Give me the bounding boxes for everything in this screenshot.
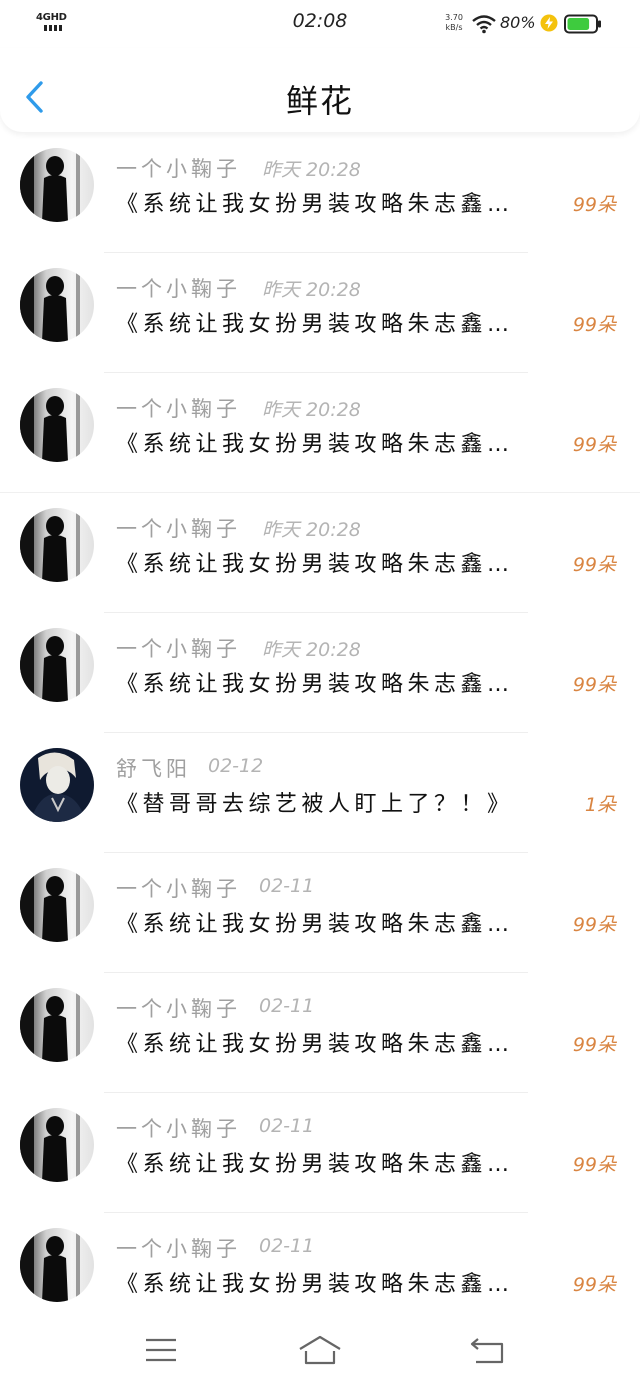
menu-button[interactable] [139, 1330, 183, 1370]
silhouette-avatar-image [20, 868, 94, 942]
silhouette-avatar-image [20, 508, 94, 582]
timestamp: 昨天 20:28 [262, 519, 361, 541]
silhouette-avatar-image [20, 628, 94, 702]
silhouette-avatar-image [20, 268, 94, 342]
list-item[interactable]: 一个小鞠子 昨天 20:28 《系统让我女扮男装攻略朱志鑫… 99朵 [0, 493, 640, 613]
home-icon [299, 1335, 341, 1365]
flower-count: 99朵 [572, 194, 616, 216]
book-title: 《系统让我女扮男装攻略朱志鑫… [116, 1152, 514, 1177]
list-item[interactable]: 一个小鞠子 02-11 《系统让我女扮男装攻略朱志鑫… 99朵 [0, 1093, 640, 1213]
flower-count: 99朵 [572, 554, 616, 576]
avatar[interactable] [20, 868, 94, 942]
timestamp: 02-11 [259, 1235, 315, 1257]
silhouette-avatar-image [20, 988, 94, 1062]
book-title: 《系统让我女扮男装攻略朱志鑫… [116, 1272, 514, 1297]
status-bar: 4GHD 02:08 3.70 kB/s 80% [0, 0, 640, 48]
flower-count: 99朵 [572, 674, 616, 696]
page-title: 鲜花 [285, 82, 354, 120]
avatar[interactable] [20, 1108, 94, 1182]
avatar[interactable] [20, 628, 94, 702]
book-title: 《系统让我女扮男装攻略朱志鑫… [116, 312, 514, 337]
timestamp: 02-12 [208, 755, 264, 777]
home-button[interactable] [298, 1330, 342, 1370]
wifi-icon [472, 15, 496, 34]
list-item[interactable]: 一个小鞠子 昨天 20:28 《系统让我女扮男装攻略朱志鑫… 99朵 [0, 373, 640, 493]
battery-percent: 80% [500, 13, 536, 32]
book-title: 《系统让我女扮男装攻略朱志鑫… [116, 432, 514, 457]
header: 鲜花 [0, 48, 640, 132]
avatar[interactable] [20, 748, 94, 822]
flower-count: 99朵 [572, 314, 616, 336]
network-speed: 3.70 kB/s [442, 13, 466, 33]
avatar[interactable] [20, 268, 94, 342]
avatar[interactable] [20, 1228, 94, 1302]
list-item[interactable]: 一个小鞠子 02-11 《系统让我女扮男装攻略朱志鑫… 99朵 [0, 853, 640, 973]
system-back-button[interactable] [466, 1330, 510, 1370]
book-title: 《系统让我女扮男装攻略朱志鑫… [116, 672, 514, 697]
username: 舒飞阳 [116, 757, 191, 781]
book-title: 《系统让我女扮男装攻略朱志鑫… [116, 552, 514, 577]
avatar[interactable] [20, 988, 94, 1062]
username: 一个小鞠子 [116, 157, 241, 181]
list-item[interactable]: 一个小鞠子 02-11 《系统让我女扮男装攻略朱志鑫… 99朵 [0, 973, 640, 1093]
list-item[interactable]: 舒飞阳 02-12 《替哥哥去综艺被人盯上了？！》 1朵 [0, 733, 640, 853]
book-title: 《替哥哥去综艺被人盯上了？！》 [116, 792, 514, 817]
silhouette-avatar-image [20, 1228, 94, 1302]
list-item[interactable]: 一个小鞠子 昨天 20:28 《系统让我女扮男装攻略朱志鑫… 99朵 [0, 133, 640, 253]
username: 一个小鞠子 [116, 1117, 241, 1141]
timestamp: 昨天 20:28 [262, 279, 361, 301]
silhouette-avatar-image [20, 1108, 94, 1182]
avatar[interactable] [20, 148, 94, 222]
portrait-avatar-image [20, 748, 94, 822]
list-item[interactable]: 一个小鞠子 昨天 20:28 《系统让我女扮男装攻略朱志鑫… 99朵 [0, 253, 640, 373]
username: 一个小鞠子 [116, 637, 241, 661]
book-title: 《系统让我女扮男装攻略朱志鑫… [116, 192, 514, 217]
username: 一个小鞠子 [116, 517, 241, 541]
username: 一个小鞠子 [116, 877, 241, 901]
book-title: 《系统让我女扮男装攻略朱志鑫… [116, 1032, 514, 1057]
chevron-left-icon [26, 81, 43, 113]
flower-count: 99朵 [572, 1034, 616, 1056]
timestamp: 02-11 [259, 875, 315, 897]
flower-count: 99朵 [572, 1274, 616, 1296]
silhouette-avatar-image [20, 148, 94, 222]
avatar[interactable] [20, 508, 94, 582]
timestamp: 02-11 [259, 995, 315, 1017]
username: 一个小鞠子 [116, 277, 241, 301]
list-item[interactable]: 一个小鞠子 昨天 20:28 《系统让我女扮男装攻略朱志鑫… 99朵 [0, 613, 640, 733]
flower-count: 99朵 [572, 914, 616, 936]
network-speed-value: 3.70 [445, 13, 463, 22]
flower-count: 99朵 [572, 1154, 616, 1176]
flower-record-list: 一个小鞠子 昨天 20:28 《系统让我女扮男装攻略朱志鑫… 99朵 一个小鞠子 昨天 2… [0, 133, 640, 1333]
silhouette-avatar-image [20, 388, 94, 462]
flower-count: 1朵 [584, 794, 616, 816]
back-button[interactable] [18, 76, 52, 118]
screen: 4GHD 02:08 3.70 kB/s 80% 鲜花 一个小鞠子 昨天 20:… [0, 0, 640, 1387]
navigation-bar [0, 1312, 640, 1387]
charging-icon [540, 14, 558, 32]
timestamp: 昨天 20:28 [262, 639, 361, 661]
timestamp: 昨天 20:28 [262, 399, 361, 421]
battery-icon [564, 14, 601, 34]
timestamp: 02-11 [259, 1115, 315, 1137]
back-arrow-icon [470, 1338, 504, 1364]
flower-count: 99朵 [572, 434, 616, 456]
network-speed-unit: kB/s [445, 23, 463, 32]
username: 一个小鞠子 [116, 1237, 241, 1261]
menu-icon [146, 1338, 176, 1362]
username: 一个小鞠子 [116, 997, 241, 1021]
book-title: 《系统让我女扮男装攻略朱志鑫… [116, 912, 514, 937]
username: 一个小鞠子 [116, 397, 241, 421]
avatar[interactable] [20, 388, 94, 462]
timestamp: 昨天 20:28 [262, 159, 361, 181]
